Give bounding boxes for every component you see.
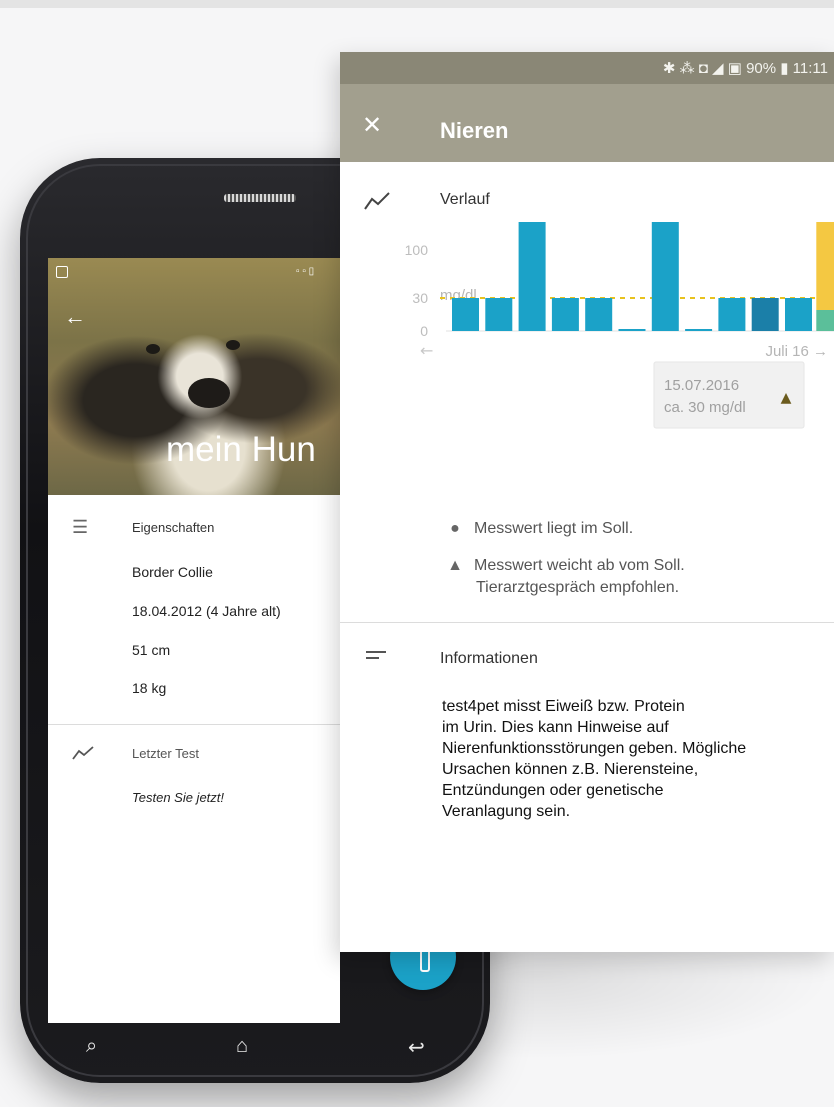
property-weight: 18 kg (132, 680, 167, 696)
status-bar-text: ✱ ⁂ ◘ ◢ ▣ 90% ▮ 11:11 (662, 60, 828, 77)
section-heading-info: Informationen (440, 650, 538, 667)
dog-title: mein Hun (166, 430, 316, 469)
bar (785, 298, 812, 331)
tooltip-value: ca. 30 mg/dl (664, 399, 746, 416)
previous-period-arrow: ← (420, 341, 433, 360)
dog-photo: ▫ ▫ ▯ ← mein Hun (48, 258, 340, 495)
return-icon[interactable]: ↩ (408, 1035, 425, 1060)
dog-eye-right (226, 340, 240, 350)
home-icon[interactable]: ⌂ (236, 1035, 248, 1058)
phone-screen: ▫ ▫ ▯ ← mein Hun ☰ Eigenschaften Border … (48, 258, 340, 1023)
app-bar: ✕ Nieren (340, 84, 834, 162)
bar-empty (618, 329, 646, 331)
legend-warn-label: Messwert weicht ab vom Soll. (474, 557, 685, 574)
info-body: test4pet misst Eiweiß bzw. Protein im Ur… (442, 698, 747, 820)
history-chart[interactable]: mg/dl50010030015.07.2016ca. 30 mg/dl▲←Ju… (340, 222, 834, 502)
bar (485, 298, 513, 331)
phone-nav-bar: ⌕ ⌂ ↩ (48, 1023, 458, 1075)
search-icon[interactable]: ⌕ (86, 1035, 97, 1058)
phone-speaker (224, 194, 296, 202)
bar-empty (685, 329, 713, 331)
check-circle-icon: ● (450, 520, 460, 537)
bar (718, 298, 746, 331)
kidney-detail-card: ✱ ⁂ ◘ ◢ ▣ 90% ▮ 11:11 ✕ Nieren Verlauf m… (340, 52, 834, 952)
y-tick-label: 30 (412, 290, 428, 306)
bar-warning (816, 222, 834, 310)
phone-status-icons: ▫ ▫ ▯ (296, 266, 315, 277)
page-title: Nieren (440, 118, 509, 143)
x-period-label: Juli 16 → (765, 343, 828, 360)
divider (340, 622, 834, 623)
notes-icon (366, 651, 386, 659)
bar-warning-low (816, 310, 834, 331)
legend-warn-line2: Tierarztgespräch empfohlen. (476, 579, 680, 596)
property-height: 51 cm (132, 642, 171, 658)
warning-icon: ▲ (781, 390, 792, 406)
back-arrow-icon[interactable]: ← (64, 304, 86, 330)
trend-icon (72, 746, 94, 760)
last-test-cta[interactable]: Testen Sie jetzt! (132, 790, 224, 805)
list-icon: ☰ (72, 517, 89, 537)
bar (751, 298, 779, 331)
last-test-heading: Letzter Test (132, 746, 199, 761)
warning-icon: ▲ (447, 557, 463, 574)
legend-ok-label: Messwert liegt im Soll. (474, 520, 634, 537)
bar (518, 222, 546, 331)
y-tick-label: 0 (420, 323, 428, 339)
property-birthdate: 18.04.2012 (4 Jahre alt) (132, 603, 281, 619)
bar (452, 298, 479, 331)
y-tick-label: 100 (405, 242, 429, 258)
trend-icon (364, 192, 390, 210)
close-icon[interactable]: ✕ (362, 114, 382, 138)
section-heading-verlauf: Verlauf (440, 191, 490, 208)
phone-status-icon (56, 266, 68, 278)
divider (48, 724, 340, 725)
bar (551, 298, 579, 331)
tooltip-date: 15.07.2016 (664, 377, 739, 394)
status-bar: ✱ ⁂ ◘ ◢ ▣ 90% ▮ 11:11 (340, 52, 834, 84)
properties-heading: Eigenschaften (132, 520, 215, 535)
dog-nose (188, 378, 230, 408)
legend-warn: ▲ Messwert weicht ab vom Soll. (446, 557, 685, 575)
legend-ok: ● Messwert liegt im Soll. (446, 520, 633, 538)
bar (585, 298, 613, 331)
bar (651, 222, 679, 331)
page-top-strip (0, 0, 834, 8)
dog-eye-left (146, 344, 160, 354)
property-breed: Border Collie (132, 564, 213, 580)
